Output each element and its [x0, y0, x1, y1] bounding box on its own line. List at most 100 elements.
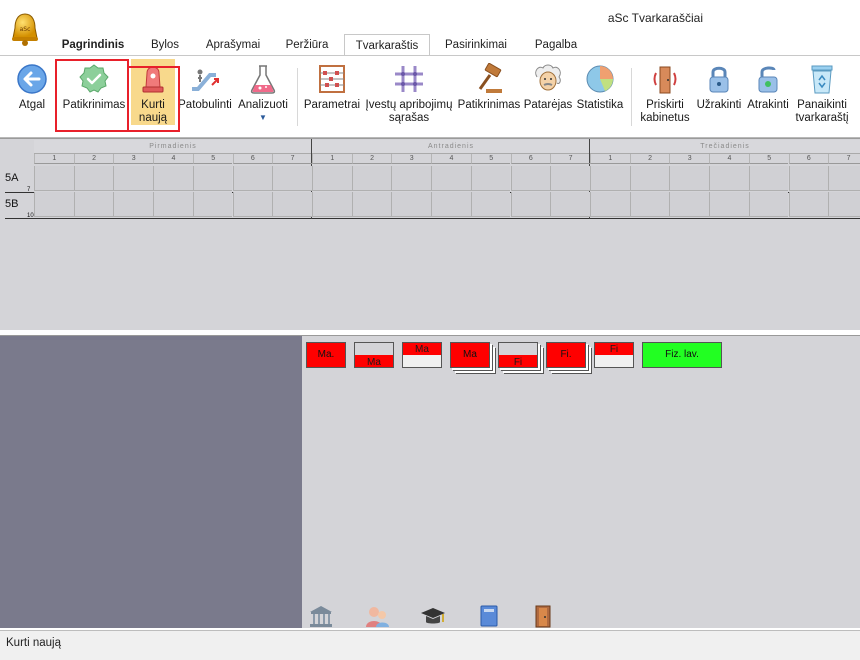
- lesson-card[interactable]: Fi: [594, 342, 634, 368]
- tab-perziura[interactable]: Peržiūra: [278, 34, 336, 56]
- constraints-list-button[interactable]: Įvestų apribojimų sąrašas: [362, 59, 456, 125]
- building-icon[interactable]: [308, 604, 334, 628]
- period-number: 6: [788, 154, 829, 164]
- timetable-cell[interactable]: [153, 192, 193, 217]
- timetable-cell[interactable]: [629, 166, 670, 191]
- timetable-cell[interactable]: [748, 166, 789, 191]
- timetable-cell[interactable]: [748, 192, 789, 217]
- timetable-cell[interactable]: [34, 166, 74, 191]
- assign-rooms-button[interactable]: Priskirti kabinetus: [636, 59, 694, 125]
- lesson-card-stack[interactable]: Fi.: [546, 342, 586, 368]
- timetable-cell[interactable]: [113, 192, 154, 217]
- timetable-cell[interactable]: [113, 166, 154, 191]
- timetable-cell[interactable]: [232, 192, 273, 217]
- lesson-card[interactable]: Ma: [354, 342, 394, 368]
- period-number: 4: [153, 154, 193, 164]
- timetable-cell[interactable]: [431, 166, 471, 191]
- tab-bylos[interactable]: Bylos: [138, 34, 192, 56]
- period-number: 7: [272, 154, 312, 164]
- einstein-face-icon: [535, 64, 561, 91]
- timetable-cell[interactable]: [431, 192, 471, 217]
- class-row-label[interactable]: 5A 7: [5, 172, 33, 198]
- graduation-cap-icon[interactable]: [420, 604, 446, 628]
- timetable-cell[interactable]: [470, 192, 511, 217]
- bell-logo-icon[interactable]: aSc: [8, 12, 42, 48]
- ribbon-tabs: Pagrindinis Bylos Aprašymai Peržiūra Tva…: [0, 34, 860, 57]
- timetable-cell[interactable]: [232, 166, 273, 191]
- period-number: 4: [709, 154, 749, 164]
- timetable-cell[interactable]: [73, 166, 114, 191]
- unlock-button[interactable]: Atrakinti: [744, 59, 792, 112]
- tab-pagalba[interactable]: Pagalba: [524, 34, 588, 56]
- timetable-cell[interactable]: [590, 192, 630, 217]
- grid-hash-icon: [395, 66, 423, 92]
- timetable-cell[interactable]: [828, 192, 860, 217]
- timetable-cell[interactable]: [312, 192, 352, 217]
- lock-button[interactable]: Užrakinti: [694, 59, 744, 112]
- door-icon[interactable]: [530, 604, 556, 628]
- statistics-button[interactable]: Statistika: [574, 59, 626, 112]
- period-number: 3: [391, 154, 432, 164]
- lesson-card-stack[interactable]: Ma: [450, 342, 490, 368]
- timetable-cell[interactable]: [590, 166, 630, 191]
- lesson-card[interactable]: Ma.: [306, 342, 346, 368]
- timetable-cell[interactable]: [550, 166, 590, 191]
- timetable-cell[interactable]: [272, 166, 312, 191]
- timetable-cell[interactable]: [510, 192, 551, 217]
- timetable-cell[interactable]: [669, 166, 710, 191]
- lesson-card[interactable]: Ma: [402, 342, 442, 368]
- back-button[interactable]: Atgal: [10, 59, 54, 112]
- annotation-box-create: [127, 66, 180, 132]
- timetable-cell[interactable]: [34, 192, 74, 217]
- lesson-card[interactable]: Fiz. lav.: [642, 342, 722, 368]
- timetable-cell[interactable]: [788, 192, 829, 217]
- timetable-cell[interactable]: [629, 192, 670, 217]
- timetable-cell[interactable]: [709, 166, 749, 191]
- chevron-down-icon: ▼: [259, 113, 267, 122]
- improve-button[interactable]: Patobulinti: [176, 59, 234, 112]
- timetable-cell[interactable]: [828, 166, 860, 191]
- tab-pasirinkimai[interactable]: Pasirinkimai: [436, 34, 516, 56]
- advisor-button[interactable]: Patarėjas: [523, 59, 573, 112]
- timetable-grid[interactable]: Pirmadienis Antradienis Trečiadienis 5A 7…: [0, 138, 860, 331]
- timetable-cell[interactable]: [669, 192, 710, 217]
- unplaced-lessons-area[interactable]: Ma. Ma Ma Ma Fi Fi. Fi Fiz. lav.: [302, 336, 860, 628]
- tab-tvarkarastis[interactable]: Tvarkaraštis: [344, 34, 430, 57]
- period-number: 5: [192, 154, 233, 164]
- parameters-button[interactable]: Parametrai: [303, 59, 361, 112]
- timetable-cell[interactable]: [192, 192, 233, 217]
- teachers-icon[interactable]: [364, 604, 390, 628]
- escalator-icon: [192, 69, 219, 91]
- book-icon[interactable]: [476, 604, 502, 628]
- day-header-tuesday: Antradienis: [312, 140, 590, 154]
- timetable-cell[interactable]: [73, 192, 114, 217]
- class-row-label[interactable]: 5B 10: [5, 198, 34, 224]
- timetable-cell[interactable]: [550, 192, 590, 217]
- timetable-cell[interactable]: [351, 166, 392, 191]
- tab-pagrindinis[interactable]: Pagrindinis: [52, 34, 134, 56]
- status-text: Kurti naują: [6, 637, 61, 649]
- checks-button[interactable]: Patikrinimas: [456, 59, 522, 112]
- timetable-cell[interactable]: [391, 192, 432, 217]
- period-number: 3: [669, 154, 710, 164]
- timetable-cell[interactable]: [192, 166, 233, 191]
- gavel-icon: [478, 63, 502, 93]
- tab-aprasymai[interactable]: Aprašymai: [198, 34, 268, 56]
- timetable-cell[interactable]: [709, 192, 749, 217]
- timetable-cell[interactable]: [312, 166, 352, 191]
- timetable-cell[interactable]: [391, 166, 432, 191]
- period-number: 1: [590, 154, 630, 164]
- abacus-icon: [319, 65, 345, 93]
- lesson-card-stack[interactable]: Fi: [498, 342, 538, 368]
- class-list-panel[interactable]: [0, 336, 302, 628]
- flask-icon: [250, 65, 276, 94]
- timetable-cell[interactable]: [788, 166, 829, 191]
- timetable-cell[interactable]: [153, 166, 193, 191]
- timetable-cell[interactable]: [351, 192, 392, 217]
- delete-timetable-button[interactable]: Panaikinti tvarkaraštį: [794, 59, 850, 125]
- analyze-dropdown[interactable]: Analizuoti ▼: [234, 59, 292, 122]
- timetable-cell[interactable]: [510, 166, 551, 191]
- day-header-wednesday: Trečiadienis: [590, 140, 860, 154]
- timetable-cell[interactable]: [470, 166, 511, 191]
- timetable-cell[interactable]: [272, 192, 312, 217]
